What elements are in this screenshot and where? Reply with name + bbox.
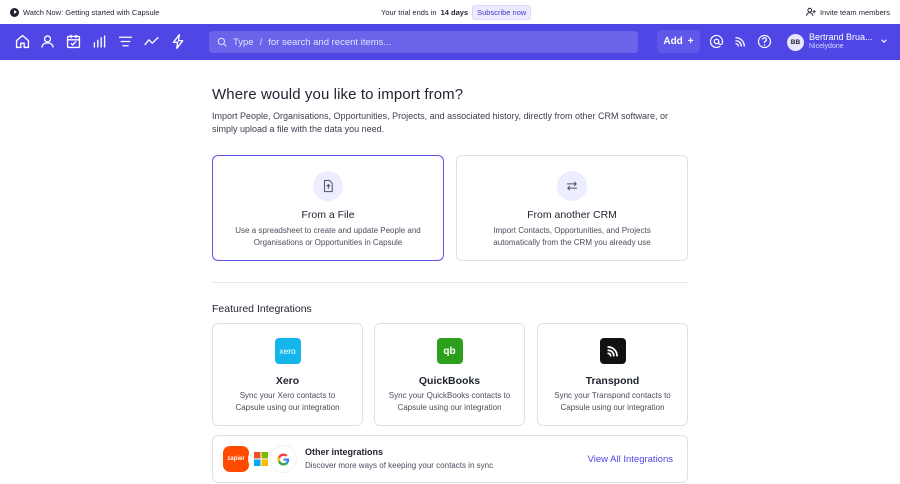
watch-now-link[interactable]: Watch Now: Getting started with Capsule (10, 0, 159, 24)
search-input[interactable]: Type / for search and recent items... (209, 31, 638, 53)
file-upload-icon (313, 171, 343, 201)
play-icon (10, 7, 19, 17)
workflow-icon[interactable] (170, 33, 187, 50)
xero-logo-text: xero (279, 346, 296, 356)
calendar-icon[interactable] (65, 33, 82, 50)
integration-desc: Sync your Transpond contacts to Capsule … (554, 391, 671, 412)
import-from-file-card[interactable]: From a File Use a spreadsheet to create … (212, 155, 444, 261)
add-label: Add (663, 36, 683, 47)
search-icon (217, 37, 227, 47)
trial-days: 14 days (440, 7, 469, 17)
invite-label: Invite team members (819, 7, 890, 17)
chevron-down-icon[interactable] (880, 37, 888, 45)
person-icon[interactable] (39, 33, 56, 50)
invite-user-icon (806, 7, 816, 16)
integration-title: Xero (275, 375, 300, 387)
search-slash-key: / (259, 36, 263, 48)
user-menu[interactable]: Bertrand Brua... Nicelydone (809, 32, 873, 50)
transpond-logo (599, 338, 626, 364)
main-navbar: Type / for search and recent items... Ad… (0, 24, 900, 60)
reports-icon[interactable] (91, 33, 108, 50)
avatar[interactable]: BB (787, 34, 804, 51)
page-intro: Import People, Organisations, Opportunit… (212, 111, 669, 134)
other-integrations-card: zapier Other integrations Discover more … (212, 435, 688, 483)
zapier-logo-text: zapier (227, 456, 245, 462)
trial-notice: Your trial ends in 14 days Subscribe now (381, 0, 532, 24)
option-desc: Import Contacts, Opportunities, and Proj… (493, 226, 651, 247)
quickbooks-logo: qb (436, 338, 463, 364)
option-title: From another CRM (527, 209, 617, 221)
user-org: Nicelydone (809, 43, 844, 50)
user-name: Bertrand Brua... (809, 32, 873, 42)
trial-prefix: Your trial ends in (381, 7, 437, 17)
mentions-icon[interactable] (709, 34, 724, 49)
add-button[interactable]: Add + (657, 30, 700, 53)
integration-desc: Sync your QuickBooks contacts to Capsule… (388, 391, 511, 412)
other-integrations-desc: Discover more ways of keeping your conta… (305, 461, 494, 470)
zapier-logo: zapier (223, 446, 249, 472)
other-integrations-title: Other integrations (305, 447, 384, 457)
invite-team-button[interactable]: Invite team members (806, 0, 890, 24)
integration-card-quickbooks[interactable]: qb QuickBooks Sync your QuickBooks conta… (374, 323, 525, 426)
filters-icon[interactable] (117, 33, 134, 50)
featured-integrations-title: Featured Integrations (212, 303, 312, 315)
plus-icon: + (687, 36, 694, 47)
google-logo (270, 446, 296, 472)
home-icon[interactable] (14, 33, 31, 50)
integration-title: QuickBooks (418, 375, 481, 387)
integration-title: Transpond (585, 375, 640, 387)
integration-card-xero[interactable]: xero Xero Sync your Xero contacts to Cap… (212, 323, 363, 426)
integration-desc: Sync your Xero contacts to Capsule using… (235, 391, 340, 412)
search-type-label: Type (233, 36, 254, 48)
page-title: Where would you like to import from? (212, 86, 464, 103)
option-title: From a File (301, 209, 355, 221)
search-placeholder: for search and recent items... (268, 36, 392, 48)
import-from-crm-card[interactable]: From another CRM Import Contacts, Opport… (456, 155, 688, 261)
feed-icon[interactable] (733, 34, 748, 49)
integration-card-transpond[interactable]: Transpond Sync your Transpond contacts t… (537, 323, 688, 426)
view-all-integrations-link[interactable]: View All Integrations (588, 454, 673, 465)
xero-logo: xero (274, 338, 301, 364)
section-divider (212, 282, 688, 283)
transfer-arrows-icon (557, 171, 587, 201)
help-icon[interactable] (757, 34, 772, 49)
subscribe-button[interactable]: Subscribe now (472, 4, 532, 20)
announcement-bar: Watch Now: Getting started with Capsule … (0, 0, 900, 24)
activity-icon[interactable] (143, 33, 160, 50)
option-desc: Use a spreadsheet to create and update P… (235, 226, 421, 247)
watch-now-label: Watch Now: Getting started with Capsule (23, 7, 160, 17)
quickbooks-logo-text: qb (443, 345, 456, 357)
